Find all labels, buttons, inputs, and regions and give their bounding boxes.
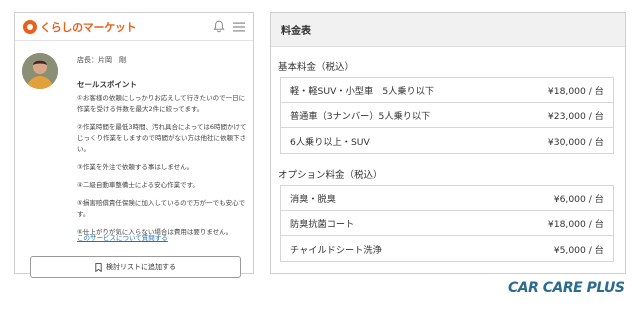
bell-icon[interactable] — [213, 20, 225, 33]
sales-point: ④二級自動車整備士による安心作業です。 — [77, 181, 199, 189]
service-name: 軽・軽SUV・小型車 5人乗り以下 — [290, 86, 435, 97]
bookmark-icon — [95, 262, 102, 272]
basic-price-heading: 基本料金（税込） — [278, 62, 355, 73]
option-price-table: 消臭・脱臭 ¥6,000 / 台 防臭抗菌コート ¥18,000 / 台 チャイ… — [280, 185, 614, 262]
option-price-heading: オプション料金（税込） — [278, 170, 383, 181]
store-manager-avatar — [22, 53, 58, 89]
sales-points-heading: セールスポイント — [77, 80, 137, 89]
option-name: 防臭抗菌コート — [290, 219, 355, 230]
price-row: チャイルドシート洗浄 ¥5,000 / 台 — [281, 236, 613, 261]
service-price: ¥30,000 / 台 — [547, 136, 604, 148]
price-row: 消臭・脱臭 ¥6,000 / 台 — [281, 186, 613, 211]
service-price: ¥23,000 / 台 — [547, 111, 604, 122]
price-row: 普通車（3ナンバー）5人乗り以下 ¥23,000 / 台 — [281, 103, 613, 128]
price-table-panel: 料金表 基本料金（税込） 軽・軽SUV・小型車 5人乗り以下 ¥18,000 /… — [270, 12, 626, 274]
service-price: ¥18,000 / 台 — [547, 86, 604, 97]
sales-point: ①お客様の依頼にしっかりお応えして行きたいので一日に作業を受ける件数を最大2件に… — [77, 94, 246, 113]
option-price: ¥5,000 / 台 — [553, 244, 604, 256]
price-row: 防臭抗菌コート ¥18,000 / 台 — [281, 211, 613, 236]
hamburger-menu-icon[interactable] — [233, 22, 245, 32]
basic-price-table: 軽・軽SUV・小型車 5人乗り以下 ¥18,000 / 台 普通車（3ナンバー）… — [280, 77, 614, 154]
sales-point: ③作業を外注で依頼する事はしません。 — [77, 163, 194, 171]
sales-point: ②作業時間を最低3時間、汚れ具合によっては6時間かけてじっくり作業をしますので時… — [77, 123, 247, 153]
service-name: 普通車（3ナンバー）5人乗り以下 — [290, 111, 431, 122]
store-profile-panel: くらしのマーケット 店長：片岡 剛 セールスポイント ①お客様の依頼にしっかりお… — [14, 12, 254, 278]
sales-points-list: ①お客様の依頼にしっかりお応えして行きたいので一日に作業を受ける件数を最大2件に… — [77, 93, 249, 245]
header-icons — [213, 20, 245, 33]
add-to-list-label: 検討リストに追加する — [106, 263, 176, 271]
store-manager-name: 店長：片岡 剛 — [77, 56, 126, 64]
car-care-plus-logo: CAR CARE PLUS — [508, 280, 625, 296]
kurashi-logo-icon — [23, 19, 37, 34]
avatar-photo — [22, 53, 58, 89]
sales-point: ⑤損害賠償責任保険に加入しているので万が一でも安心です。 — [77, 199, 246, 218]
option-name: チャイルドシート洗浄 — [290, 244, 382, 256]
price-row: 6人乗り以上・SUV ¥30,000 / 台 — [281, 128, 613, 153]
app-logo[interactable]: くらしのマーケット — [23, 19, 137, 35]
option-name: 消臭・脱臭 — [290, 194, 336, 205]
option-price: ¥6,000 / 台 — [553, 194, 604, 205]
ask-question-link[interactable]: このサービスについて質問する — [77, 232, 168, 242]
app-header: くらしのマーケット — [15, 13, 253, 41]
price-row: 軽・軽SUV・小型車 5人乗り以下 ¥18,000 / 台 — [281, 78, 613, 103]
logo-text: くらしのマーケット — [40, 20, 137, 34]
service-name: 6人乗り以上・SUV — [290, 136, 370, 148]
add-to-list-button[interactable]: 検討リストに追加する — [30, 256, 241, 278]
price-table-title: 料金表 — [271, 13, 625, 47]
option-price: ¥18,000 / 台 — [547, 219, 604, 230]
